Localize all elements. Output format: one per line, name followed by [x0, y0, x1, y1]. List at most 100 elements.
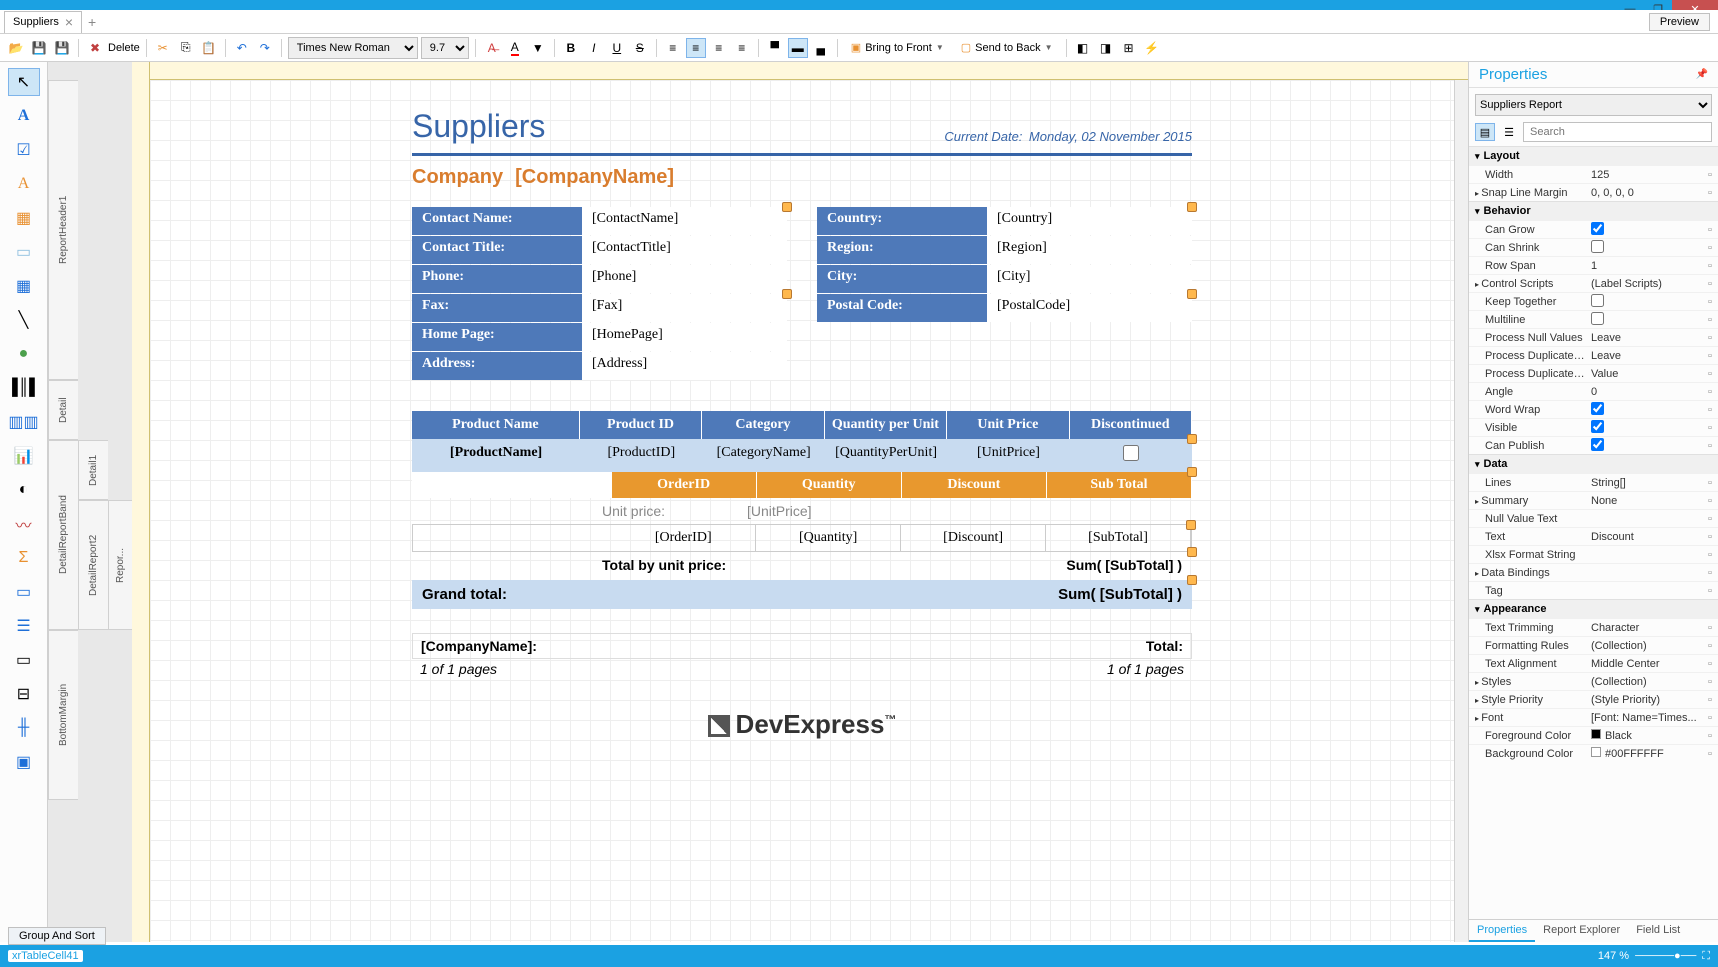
toc-tool[interactable]: ☰ [8, 612, 40, 640]
align-justify-icon[interactable]: ≡ [732, 38, 752, 58]
subreport-tool[interactable]: ▭ [8, 578, 40, 606]
prop-row[interactable]: TextDiscount▫ [1469, 527, 1718, 545]
vertical-scrollbar[interactable] [1454, 80, 1468, 942]
send-to-back-button[interactable]: ▢Send to Back▼ [954, 37, 1060, 59]
pin-icon[interactable]: 📌 [1696, 69, 1708, 80]
preview-button[interactable]: Preview [1649, 13, 1710, 31]
valign-middle-icon[interactable]: ▬ [788, 38, 808, 58]
prop-row[interactable]: Data Bindings▫ [1469, 563, 1718, 581]
prop-row[interactable]: Can Shrink▫ [1469, 238, 1718, 256]
tab-report-explorer[interactable]: Report Explorer [1535, 920, 1628, 942]
doc-tab-suppliers[interactable]: Suppliers × [4, 11, 82, 33]
align-left-icon[interactable]: ≡ [663, 38, 683, 58]
field-row[interactable]: Fax:[Fax] [412, 294, 787, 322]
fill-color-icon[interactable]: ▼ [528, 38, 548, 58]
pivotgrid-tool[interactable]: Σ [8, 544, 40, 572]
prop-row[interactable]: Visible▫ [1469, 418, 1718, 436]
underline-icon[interactable]: U [607, 38, 627, 58]
properties-object-select[interactable]: Suppliers Report [1475, 94, 1712, 116]
prop-row[interactable]: Tag▫ [1469, 581, 1718, 599]
line-tool[interactable]: ╲ [8, 306, 40, 334]
band-bottommargin[interactable]: BottomMargin [48, 630, 78, 800]
band-detail[interactable]: Detail [48, 380, 78, 440]
undo-icon[interactable]: ↶ [232, 38, 252, 58]
prop-row[interactable]: Process Duplicates M...Leave▫ [1469, 346, 1718, 364]
cat-behavior[interactable]: Behavior [1469, 201, 1718, 220]
company-row[interactable]: Company [CompanyName] [412, 156, 1192, 199]
prop-row[interactable]: LinesString[]▫ [1469, 473, 1718, 491]
align-right-icon[interactable]: ≡ [709, 38, 729, 58]
prop-row[interactable]: Can Publish▫ [1469, 436, 1718, 454]
prop-row[interactable]: Process Duplicates Ta...Value▫ [1469, 364, 1718, 382]
open-icon[interactable]: 📂 [6, 38, 26, 58]
prop-row[interactable]: Keep Together▫ [1469, 292, 1718, 310]
field-row[interactable]: Home Page:[HomePage] [412, 323, 787, 351]
clear-format-icon[interactable]: A̶ [482, 38, 502, 58]
prop-row[interactable]: Row Span1▫ [1469, 256, 1718, 274]
cat-data[interactable]: Data [1469, 454, 1718, 473]
status-zoom[interactable]: 147 % ─────●── ⛶ [1598, 950, 1710, 963]
panel-tool[interactable]: ▭ [8, 238, 40, 266]
bold-icon[interactable]: B [561, 38, 581, 58]
gauge-tool[interactable]: ◐ [8, 476, 40, 504]
product-row[interactable]: [ProductName] [ProductID] [CategoryName]… [412, 439, 1192, 472]
prop-row[interactable]: Width125▫ [1469, 165, 1718, 183]
pointer-tool[interactable]: ↖ [8, 68, 40, 96]
band-reportheader[interactable]: ReportHeader1 [48, 80, 78, 380]
prop-row[interactable]: Null Value Text▫ [1469, 509, 1718, 527]
field-row[interactable]: City:[City] [817, 265, 1192, 293]
field-row[interactable]: Contact Name:[ContactName] [412, 207, 787, 235]
prop-row[interactable]: Foreground ColorBlack▫ [1469, 726, 1718, 744]
prop-row[interactable]: Formatting Rules(Collection)▫ [1469, 636, 1718, 654]
total-unit-row[interactable]: Total by unit price: Sum( [SubTotal] ) [412, 552, 1192, 578]
prop-row[interactable]: Font[Font: Name=Times...▫ [1469, 708, 1718, 726]
close-tab-icon[interactable]: × [65, 14, 73, 30]
band-detailreportband[interactable]: DetailReportBand [48, 440, 78, 630]
save-icon[interactable]: 💾 [29, 38, 49, 58]
cat-appearance[interactable]: Appearance [1469, 599, 1718, 618]
prop-row[interactable]: Process Null ValuesLeave▫ [1469, 328, 1718, 346]
redo-icon[interactable]: ↷ [255, 38, 275, 58]
field-row[interactable]: Country:[Country] [817, 207, 1192, 235]
zoom2-icon[interactable]: ◨ [1096, 38, 1116, 58]
unit-price-row[interactable]: Unit price: [UnitPrice] [412, 498, 1192, 524]
field-row[interactable]: Region:[Region] [817, 236, 1192, 264]
pages-row[interactable]: 1 of 1 pages 1 of 1 pages [412, 659, 1192, 679]
bring-to-front-button[interactable]: ▣Bring to Front▼ [844, 37, 951, 59]
report-title-row[interactable]: Suppliers Current Date: Monday, 02 Novem… [412, 100, 1192, 156]
tab-field-list[interactable]: Field List [1628, 920, 1688, 942]
order-values-row[interactable]: [OrderID] [Quantity] [Discount] [SubTota… [412, 524, 1192, 552]
barcode-tool[interactable]: ▐║▌ [8, 374, 40, 402]
field-row[interactable]: Address:[Address] [412, 352, 787, 380]
prop-row[interactable]: Snap Line Margin0, 0, 0, 0▫ [1469, 183, 1718, 201]
font-select[interactable]: Times New Roman [288, 37, 418, 59]
sparkline-tool[interactable]: 〰 [8, 510, 40, 538]
group-and-sort-tab[interactable]: Group And Sort [8, 927, 106, 945]
checkbox-tool[interactable]: ☑ [8, 136, 40, 164]
delete-icon[interactable]: ✖ [85, 38, 105, 58]
field-row[interactable]: Postal Code:[PostalCode] [817, 294, 1192, 322]
prop-row[interactable]: Style Priority(Style Priority)▫ [1469, 690, 1718, 708]
prop-row[interactable]: Text AlignmentMiddle Center▫ [1469, 654, 1718, 672]
alphabetical-view-icon[interactable]: ☰ [1499, 123, 1519, 141]
band-detail1[interactable]: Detail1 [78, 440, 108, 500]
strikethrough-icon[interactable]: S [630, 38, 650, 58]
prop-row[interactable]: SummaryNone▫ [1469, 491, 1718, 509]
prop-row[interactable]: Text TrimmingCharacter▫ [1469, 618, 1718, 636]
band-detailreport2[interactable]: DetailReport2 [78, 500, 108, 630]
picturebox-tool[interactable]: ▦ [8, 204, 40, 232]
valign-top-icon[interactable]: ▀ [765, 38, 785, 58]
prop-row[interactable]: Word Wrap▫ [1469, 400, 1718, 418]
field-row[interactable]: Contact Title:[ContactTitle] [412, 236, 787, 264]
properties-search[interactable] [1523, 122, 1712, 142]
table-tool[interactable]: ▦ [8, 272, 40, 300]
band-repor[interactable]: Repor... [108, 500, 132, 630]
footer-row[interactable]: [CompanyName]: Total: [412, 633, 1192, 659]
pageinfo-tool[interactable]: ▭ [8, 646, 40, 674]
zoom3-icon[interactable]: ⊞ [1119, 38, 1139, 58]
prop-row[interactable]: Angle0▫ [1469, 382, 1718, 400]
prop-row[interactable]: Background Color#00FFFFFF▫ [1469, 744, 1718, 762]
valign-bottom-icon[interactable]: ▄ [811, 38, 831, 58]
font-color-icon[interactable]: A [505, 38, 525, 58]
prop-row[interactable]: Can Grow▫ [1469, 220, 1718, 238]
